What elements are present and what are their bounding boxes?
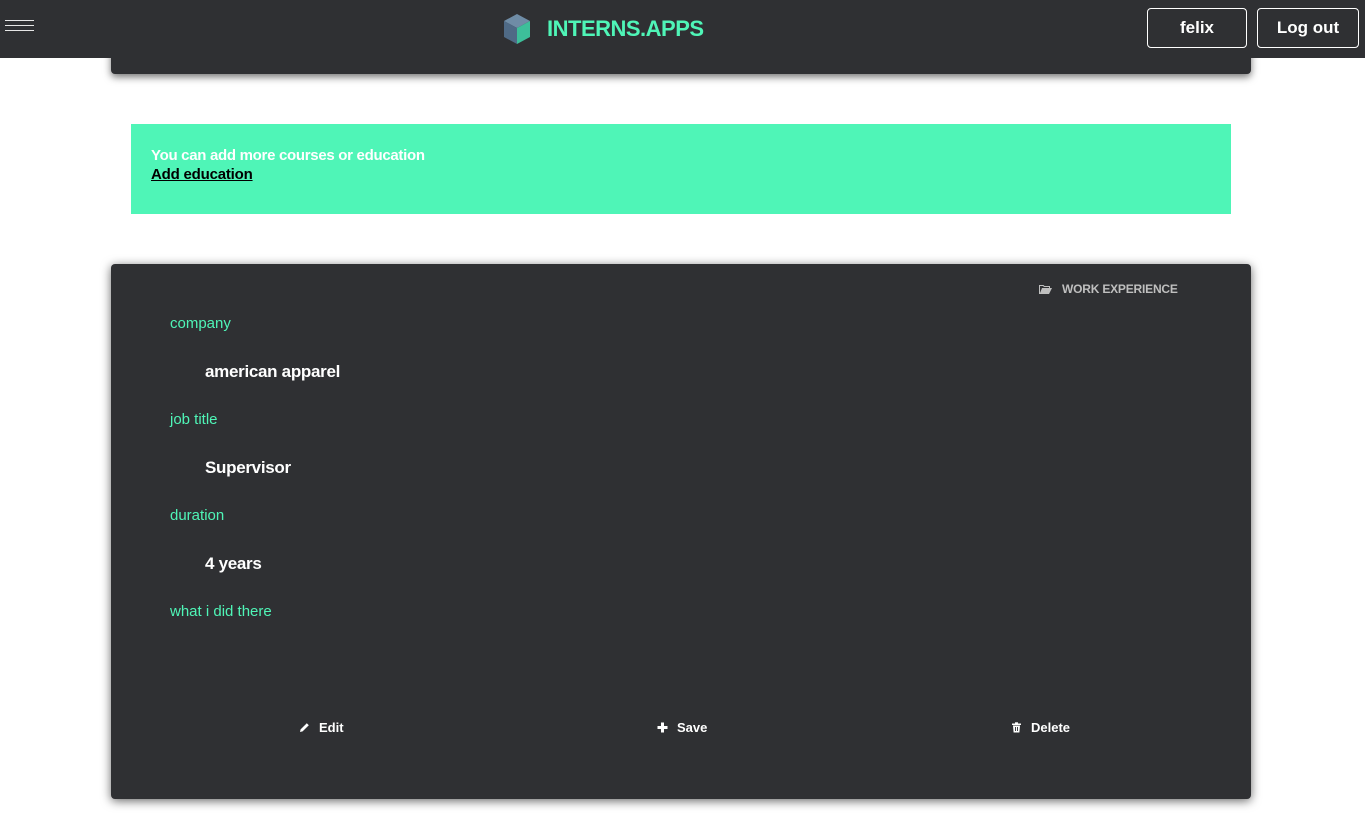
pencil-icon bbox=[300, 723, 309, 732]
cube-icon bbox=[504, 14, 530, 44]
work-experience-card: WORK EXPERIENCE company american apparel… bbox=[111, 264, 1251, 799]
education-notice: You can add more courses or education Ad… bbox=[131, 124, 1231, 214]
company-label: company bbox=[170, 315, 231, 332]
job-title-label: job title bbox=[170, 411, 218, 428]
brand-logo[interactable]: INTERNS.APPS bbox=[502, 13, 704, 45]
edit-label: Edit bbox=[319, 720, 344, 735]
save-label: Save bbox=[677, 720, 708, 735]
hamburger-menu-icon[interactable] bbox=[5, 20, 34, 34]
edit-button[interactable]: Edit bbox=[299, 720, 344, 735]
job-title-value: Supervisor bbox=[205, 458, 291, 477]
delete-button[interactable]: Delete bbox=[1011, 720, 1070, 735]
notice-message: You can add more courses or education bbox=[151, 147, 425, 164]
delete-label: Delete bbox=[1031, 720, 1071, 735]
top-navbar: INTERNS.APPS felix Log out bbox=[0, 0, 1365, 58]
company-value: american apparel bbox=[205, 362, 341, 381]
folder-open-icon bbox=[1039, 284, 1052, 294]
save-button[interactable]: Save bbox=[657, 720, 707, 735]
duration-label: duration bbox=[170, 507, 225, 524]
brand-name: INTERNS.APPS bbox=[547, 16, 704, 41]
logout-button[interactable]: Log out bbox=[1257, 8, 1359, 48]
user-button[interactable]: felix bbox=[1147, 8, 1247, 48]
section-title: WORK EXPERIENCE bbox=[1062, 282, 1178, 296]
trash-icon bbox=[1012, 722, 1021, 733]
add-education-link[interactable]: Add education bbox=[151, 165, 253, 184]
duration-value: 4 years bbox=[205, 554, 262, 573]
description-label: what i did there bbox=[170, 603, 272, 620]
plus-icon bbox=[657, 722, 668, 733]
section-header: WORK EXPERIENCE bbox=[1039, 282, 1178, 296]
